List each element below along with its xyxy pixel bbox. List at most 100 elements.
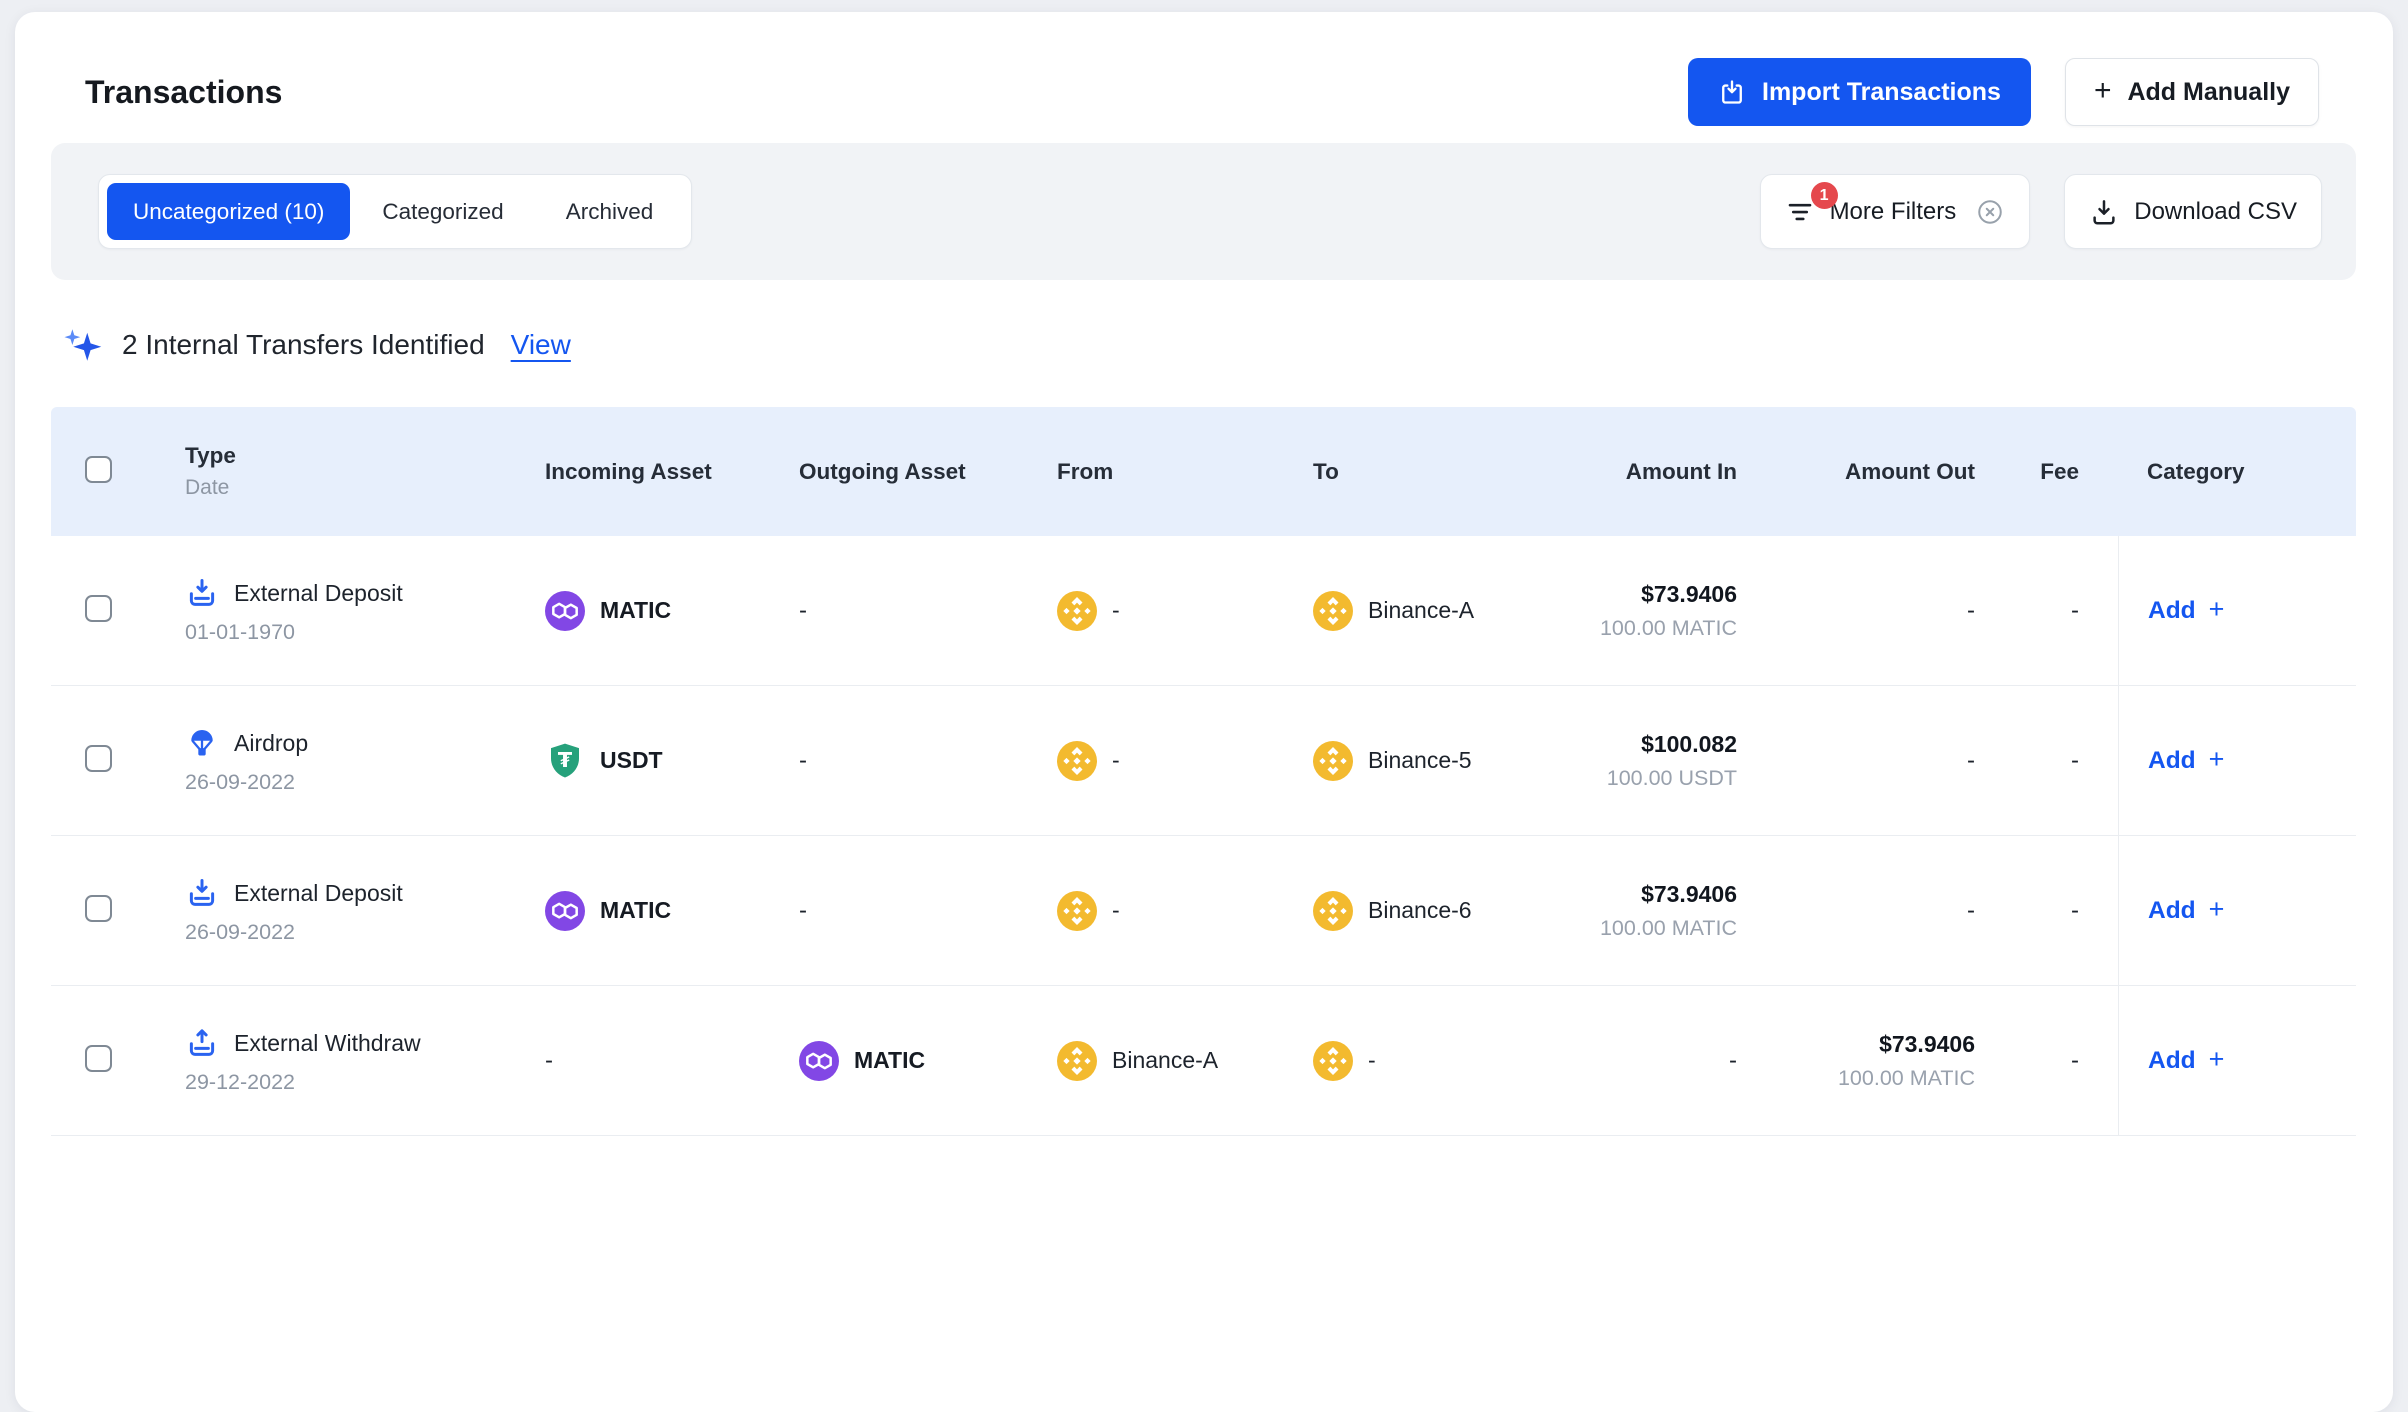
incoming-asset-cell: MATIC	[545, 891, 799, 931]
amount-out-cell: -	[1967, 747, 1975, 774]
row-checkbox[interactable]	[85, 745, 112, 772]
fee-cell: -	[2071, 747, 2079, 774]
amount-in-cell: -	[1729, 1047, 1737, 1074]
to-label: Binance-A	[1368, 597, 1474, 624]
add-category-button[interactable]: Add +	[2148, 597, 2224, 625]
select-all-checkbox[interactable]	[85, 456, 112, 483]
plus-icon: +	[2209, 596, 2225, 623]
amount-out-quantity: 100.00 MATIC	[1758, 1066, 1975, 1091]
table-header-row: Type Date Incoming Asset Outgoing Asset …	[51, 407, 2356, 536]
outgoing-asset-cell: -	[799, 897, 807, 924]
clear-filters-icon[interactable]	[1975, 197, 2005, 227]
external-deposit-icon	[185, 876, 219, 910]
tab-archived[interactable]: Archived	[536, 183, 684, 240]
to-cell: -	[1313, 1041, 1528, 1081]
incoming-asset-symbol: MATIC	[600, 897, 671, 924]
col-header-type: Type Date	[185, 443, 545, 500]
amount-in-quantity: 100.00 MATIC	[1528, 916, 1737, 941]
fee-cell: -	[2071, 597, 2079, 624]
from-label: -	[1112, 747, 1120, 774]
sparkle-icon	[61, 324, 103, 366]
amount-in-cell: $73.9406 100.00 MATIC	[1528, 581, 1758, 641]
amount-out-cell: -	[1967, 897, 1975, 924]
polygon-matic-icon	[799, 1041, 839, 1081]
incoming-asset-symbol: MATIC	[600, 597, 671, 624]
table-row: External Deposit 01-01-1970 MATIC - - Bi…	[51, 536, 2356, 686]
external-deposit-icon	[185, 576, 219, 610]
to-cell: Binance-A	[1313, 591, 1528, 631]
transactions-table: Type Date Incoming Asset Outgoing Asset …	[51, 407, 2356, 1136]
plus-icon: +	[2209, 1046, 2225, 1073]
binance-bnb-icon	[1313, 591, 1353, 631]
incoming-asset-symbol: USDT	[600, 747, 663, 774]
binance-bnb-icon	[1057, 1041, 1097, 1081]
row-checkbox[interactable]	[85, 1045, 112, 1072]
transactions-panel: Transactions Import Transactions + Add M…	[15, 12, 2393, 1412]
from-label: -	[1112, 897, 1120, 924]
filter-bar-right: 1 More Filters Download CSV	[1760, 174, 2322, 249]
outgoing-asset-cell: -	[799, 597, 807, 624]
row-checkbox[interactable]	[85, 595, 112, 622]
outgoing-asset-cell: -	[799, 747, 807, 774]
col-header-from: From	[1057, 459, 1313, 485]
filter-bar: Uncategorized (10) Categorized Archived …	[51, 143, 2356, 280]
view-internal-transfers-link[interactable]: View	[511, 329, 571, 361]
col-header-amount-in: Amount In	[1528, 459, 1758, 485]
col-header-to: To	[1313, 459, 1528, 485]
amount-in-quantity: 100.00 USDT	[1528, 766, 1737, 791]
add-category-button[interactable]: Add +	[2148, 747, 2224, 775]
download-csv-label: Download CSV	[2134, 198, 2297, 226]
internal-transfers-banner: 2 Internal Transfers Identified View	[61, 324, 2393, 366]
from-cell: -	[1057, 591, 1313, 631]
import-transactions-label: Import Transactions	[1762, 78, 2001, 107]
add-manually-button[interactable]: + Add Manually	[2065, 58, 2319, 126]
download-icon	[2089, 197, 2119, 227]
add-category-button[interactable]: Add +	[2148, 897, 2224, 925]
transaction-date: 26-09-2022	[185, 770, 545, 795]
category-cell: Add +	[2118, 986, 2356, 1135]
from-label: -	[1112, 597, 1120, 624]
external-withdraw-icon	[185, 1026, 219, 1060]
add-category-button[interactable]: Add +	[2148, 1047, 2224, 1075]
table-row: Airdrop 26-09-2022 USDT - - Binance-5 $1…	[51, 686, 2356, 836]
category-cell: Add +	[2118, 686, 2356, 835]
binance-bnb-icon	[1313, 1041, 1353, 1081]
from-cell: -	[1057, 741, 1313, 781]
tether-usdt-icon	[545, 741, 585, 781]
amount-out-cell: $73.9406 100.00 MATIC	[1758, 1031, 1993, 1091]
outgoing-asset-symbol: MATIC	[854, 1047, 925, 1074]
transaction-date: 26-09-2022	[185, 920, 545, 945]
add-manually-label: Add Manually	[2127, 78, 2290, 107]
incoming-asset-cell: USDT	[545, 741, 799, 781]
amount-in-cell: $73.9406 100.00 MATIC	[1528, 881, 1758, 941]
tab-uncategorized[interactable]: Uncategorized (10)	[107, 183, 350, 240]
topbar: Transactions Import Transactions + Add M…	[15, 12, 2393, 126]
import-transactions-button[interactable]: Import Transactions	[1688, 58, 2031, 126]
from-cell: -	[1057, 891, 1313, 931]
to-cell: Binance-5	[1313, 741, 1528, 781]
more-filters-button[interactable]: 1 More Filters	[1760, 174, 2031, 249]
add-category-label: Add	[2148, 597, 2196, 625]
transaction-type: External Deposit	[234, 580, 403, 607]
polygon-matic-icon	[545, 591, 585, 631]
amount-out-cell: -	[1967, 597, 1975, 624]
fee-cell: -	[2071, 897, 2079, 924]
filter-lines-icon	[1785, 197, 1815, 227]
col-header-outgoing-asset: Outgoing Asset	[799, 459, 1057, 485]
add-category-label: Add	[2148, 747, 2196, 775]
to-label: -	[1368, 1047, 1376, 1074]
tab-categorized[interactable]: Categorized	[352, 183, 533, 240]
col-header-fee: Fee	[1993, 459, 2118, 485]
airdrop-parachute-icon	[185, 726, 219, 760]
col-header-category: Category	[2118, 459, 2356, 485]
polygon-matic-icon	[545, 891, 585, 931]
binance-bnb-icon	[1313, 891, 1353, 931]
table-row: External Deposit 26-09-2022 MATIC - - Bi…	[51, 836, 2356, 986]
row-checkbox[interactable]	[85, 895, 112, 922]
import-box-arrow-icon	[1718, 78, 1746, 106]
add-category-label: Add	[2148, 1047, 2196, 1075]
plus-icon: +	[2094, 76, 2112, 106]
col-header-amount-out: Amount Out	[1758, 459, 1993, 485]
transaction-date: 29-12-2022	[185, 1070, 545, 1095]
download-csv-button[interactable]: Download CSV	[2064, 174, 2322, 249]
